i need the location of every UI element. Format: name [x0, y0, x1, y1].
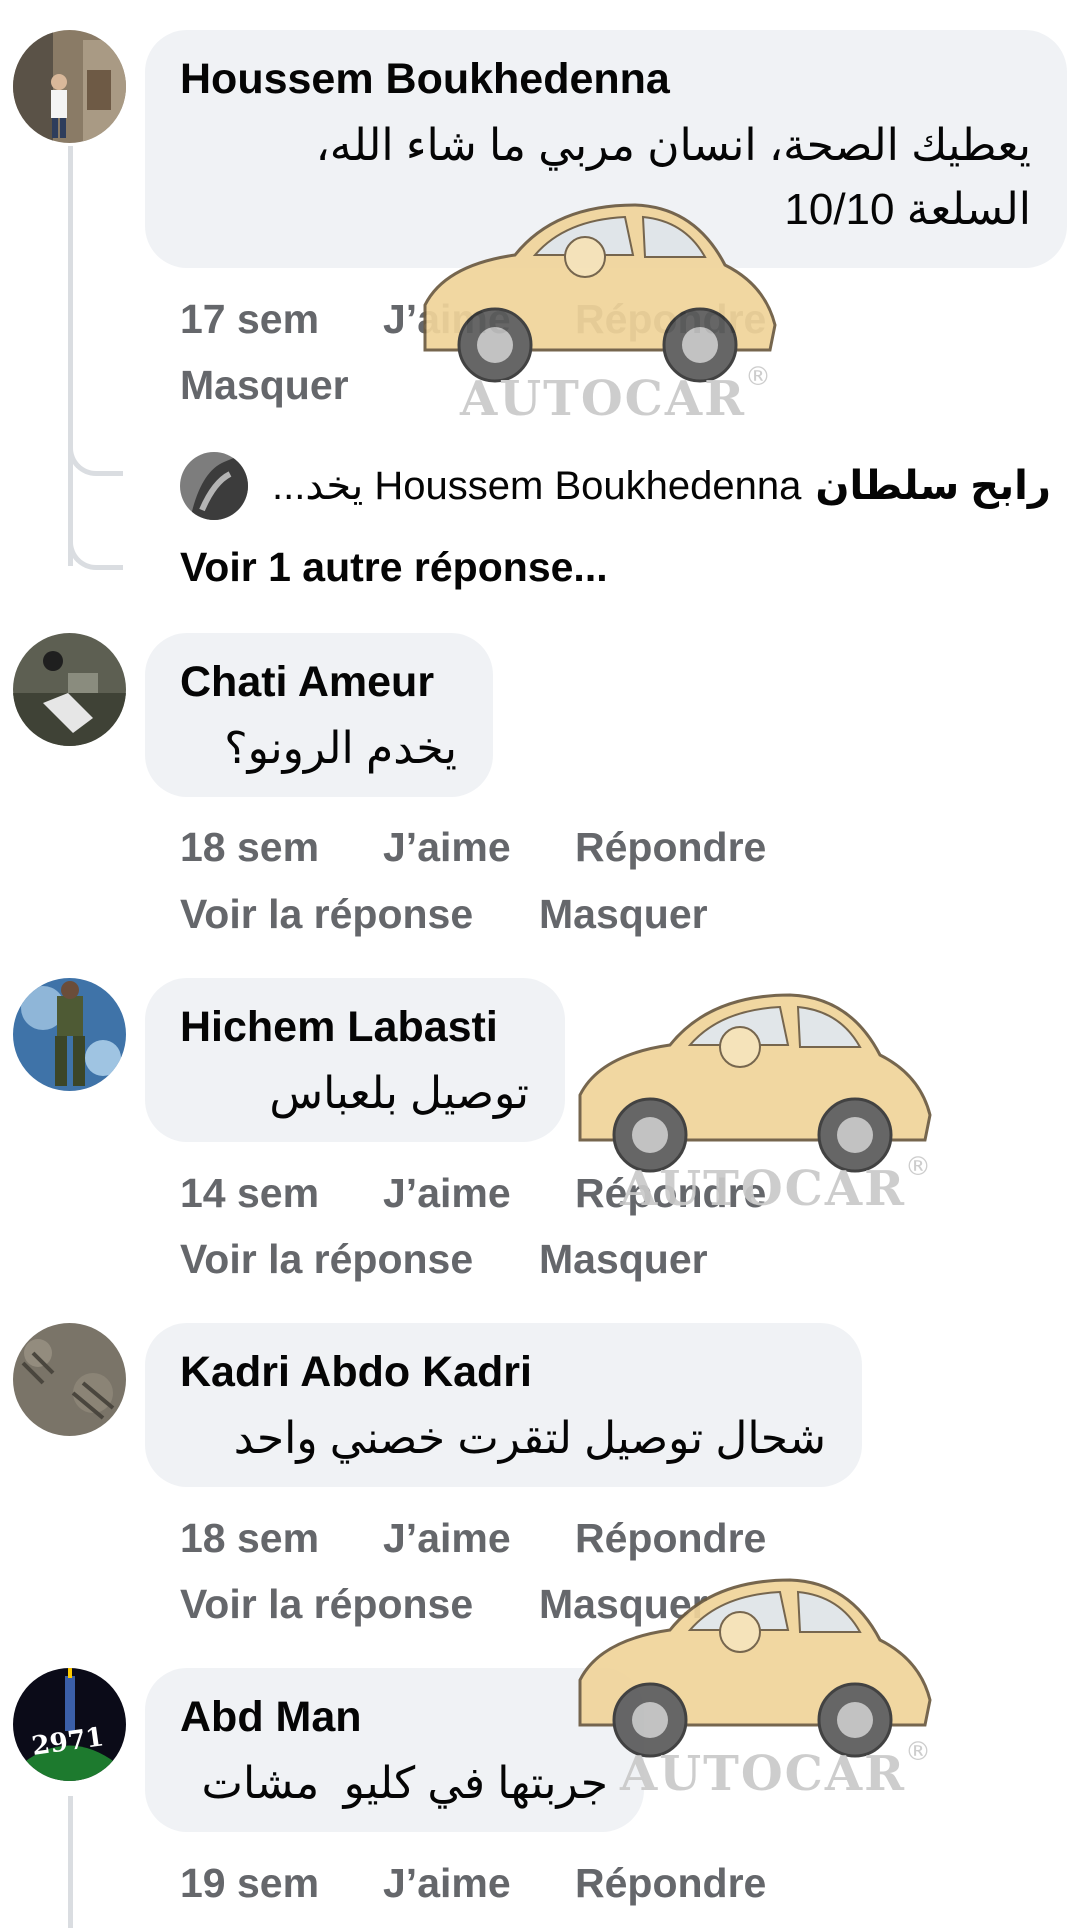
comment-text: شحال توصيل لتقرت خصني واحد: [233, 1414, 826, 1463]
watermark-label: AUTOCAR: [459, 371, 746, 427]
reply-button[interactable]: Répondre: [575, 1858, 766, 1908]
comment-author[interactable]: Hichem Labasti: [180, 1000, 529, 1054]
like-button[interactable]: J’aime: [383, 1858, 511, 1908]
see-reply-link[interactable]: Voir la réponse: [180, 889, 473, 939]
watermark-mark: ®: [905, 1737, 931, 1767]
reply-button[interactable]: Répondre: [575, 822, 766, 872]
comment-text: جربتها في كليو مشات: [201, 1759, 608, 1808]
hide-button[interactable]: Masquer: [180, 360, 349, 410]
comment-time: 19 sem: [180, 1860, 320, 1906]
reply-button[interactable]: Répondre: [575, 294, 766, 344]
comment-author[interactable]: Houssem Boukhedenna: [180, 52, 1031, 106]
see-reply-link[interactable]: Voir la réponse: [180, 1579, 473, 1629]
thread-line: [68, 146, 73, 566]
reply-author: رابح سلطان: [815, 464, 1051, 508]
comment-text: توصيل بلعباس: [269, 1069, 529, 1118]
like-button[interactable]: J’aime: [383, 1168, 511, 1218]
see-more-replies-link[interactable]: Voir 1 autre réponse...: [180, 544, 608, 591]
avatar[interactable]: 2971: [13, 1668, 126, 1781]
avatar[interactable]: [13, 30, 126, 143]
comment-bubble: Houssem Boukhedenna يعطيك الصحة، انسان م…: [145, 30, 1067, 268]
comment-bubble: Chati Ameur يخدم الرونو؟: [145, 633, 493, 797]
reply-preview[interactable]: Houssem Boukhedenna يخد... رابح سلطان: [180, 452, 1051, 520]
hide-button[interactable]: Masquer: [539, 1234, 708, 1284]
comment-text: يخدم الرونو؟: [224, 724, 457, 773]
comment-time: 17 sem: [180, 296, 320, 342]
reply-connector: [68, 436, 123, 476]
reply-connector: [68, 530, 123, 570]
like-button[interactable]: J’aime: [383, 294, 511, 344]
comment-author[interactable]: Abd Man: [180, 1690, 608, 1744]
comment-author[interactable]: Chati Ameur: [180, 655, 457, 709]
comment-text: يعطيك الصحة، انسان مربي ما شاء الله، الس…: [315, 121, 1031, 234]
reply-button[interactable]: Répondre: [575, 1513, 766, 1563]
comment-bubble: Kadri Abdo Kadri شحال توصيل لتقرت خصني و…: [145, 1323, 862, 1487]
hide-button[interactable]: Masquer: [539, 889, 708, 939]
comment-author[interactable]: Kadri Abdo Kadri: [180, 1345, 826, 1399]
comment-bubble: Hichem Labasti توصيل بلعباس: [145, 978, 565, 1142]
comment-bubble: Abd Man جربتها في كليو مشات: [145, 1668, 644, 1832]
watermark-mark: ®: [745, 362, 771, 392]
avatar[interactable]: [13, 978, 126, 1091]
hide-button[interactable]: Masquer: [539, 1579, 708, 1629]
car-logo-icon: [578, 993, 932, 1173]
comment-time: 18 sem: [180, 824, 320, 870]
reply-button[interactable]: Répondre: [575, 1168, 766, 1218]
reply-avatar: [180, 452, 248, 520]
watermark-label: AUTOCAR: [619, 1746, 906, 1802]
like-button[interactable]: J’aime: [383, 822, 511, 872]
avatar[interactable]: [13, 633, 126, 746]
avatar[interactable]: [13, 1323, 126, 1436]
reply-preview-text: Houssem Boukhedenna يخد...: [272, 464, 802, 508]
like-button[interactable]: J’aime: [383, 1513, 511, 1563]
see-reply-link[interactable]: Voir la réponse: [180, 1234, 473, 1284]
watermark-mark: ®: [905, 1152, 931, 1182]
comment-time: 14 sem: [180, 1170, 320, 1216]
comment-time: 18 sem: [180, 1515, 320, 1561]
thread-line: [68, 1796, 73, 1928]
